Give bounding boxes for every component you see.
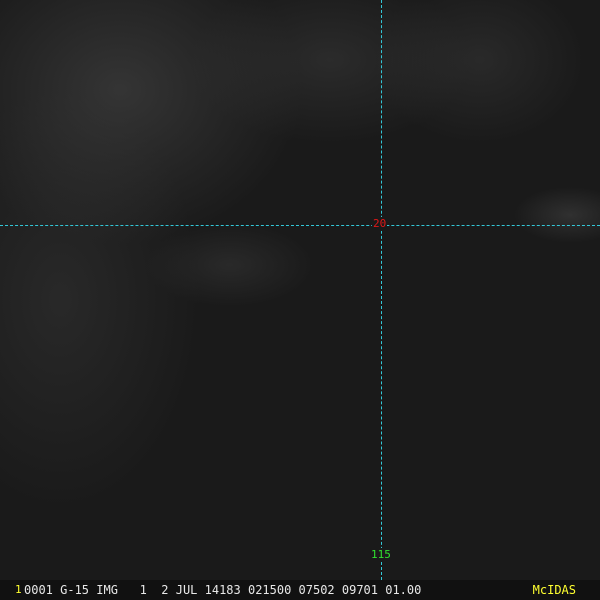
- mcidas-logo: McIDAS: [532, 583, 576, 597]
- frame-number: 1: [15, 583, 22, 596]
- longitude-grid-line: [381, 0, 382, 580]
- satellite-image-viewer: 20 115 1 0001 G-15 IMG 1 2 JUL 14183 021…: [0, 0, 600, 600]
- longitude-label: 115: [370, 548, 392, 562]
- image-info: 0001 G-15 IMG 1 2 JUL 14183 021500 07502…: [24, 583, 422, 597]
- satellite-imagery: 20 115: [0, 0, 600, 580]
- latitude-label: 20: [372, 217, 388, 231]
- status-bar: 1 0001 G-15 IMG 1 2 JUL 14183 021500 075…: [0, 580, 600, 600]
- latitude-grid-line: [0, 225, 600, 226]
